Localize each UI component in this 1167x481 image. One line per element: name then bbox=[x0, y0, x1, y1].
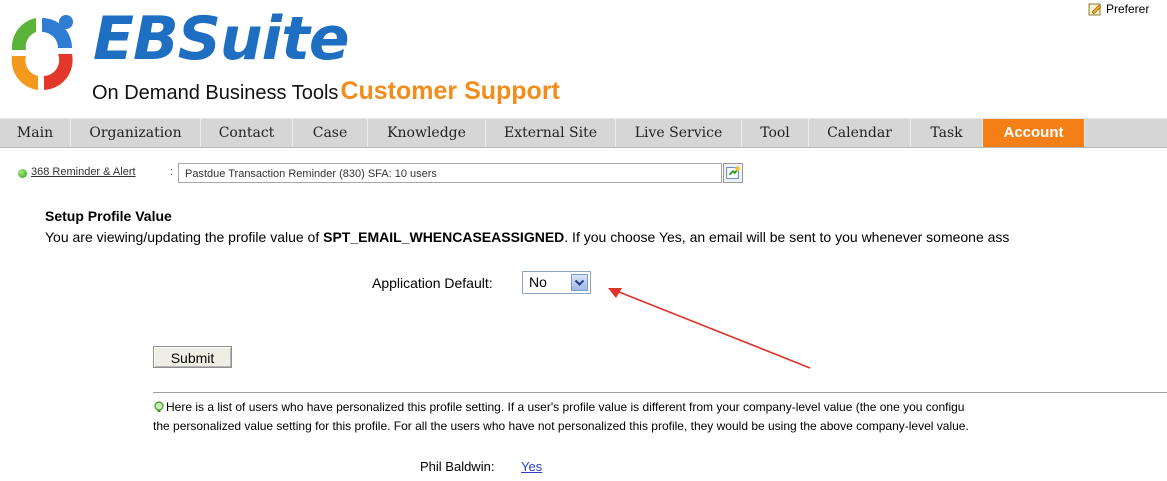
reminder-select[interactable]: Pastdue Transaction Reminder (830) SFA: … bbox=[178, 163, 722, 183]
tab-account[interactable]: Account bbox=[983, 119, 1085, 147]
desc-prefix: You are viewing/updating the profile val… bbox=[45, 229, 324, 245]
tab-knowledge[interactable]: Knowledge bbox=[368, 119, 486, 147]
annotation-arrow-icon bbox=[608, 288, 811, 369]
reminder-go-icon[interactable] bbox=[723, 163, 743, 183]
tab-live-service[interactable]: Live Service bbox=[616, 119, 742, 147]
tab-calendar[interactable]: Calendar bbox=[809, 119, 911, 147]
submit-button[interactable]: Submit bbox=[153, 346, 232, 368]
preferences-label: Preferer bbox=[1106, 2, 1150, 16]
preferences-icon bbox=[1088, 3, 1102, 16]
ebsuite-logo-icon bbox=[11, 15, 73, 90]
tab-tool[interactable]: Tool bbox=[742, 119, 809, 147]
tip-text-line2: the personalized value setting for this … bbox=[153, 419, 969, 433]
tab-task[interactable]: Task bbox=[911, 119, 983, 147]
application-default-select[interactable]: No bbox=[522, 271, 591, 294]
tab-main[interactable]: Main bbox=[0, 119, 71, 147]
profile-name: SPT_EMAIL_WHENCASEASSIGNED bbox=[323, 229, 565, 245]
desc-suffix: . If you choose Yes, an email will be se… bbox=[564, 229, 1010, 245]
reminder-colon: : bbox=[170, 166, 174, 178]
tab-contact[interactable]: Contact bbox=[201, 119, 293, 147]
tab-case[interactable]: Case bbox=[293, 119, 368, 147]
section-title: Setup Profile Value bbox=[45, 208, 172, 224]
tab-organization[interactable]: Organization bbox=[71, 119, 201, 147]
preferences-link[interactable]: Preferer bbox=[1088, 2, 1149, 16]
user-profile-value-link[interactable]: Yes bbox=[521, 459, 542, 474]
application-default-value: No bbox=[529, 274, 547, 290]
lightbulb-icon bbox=[154, 401, 164, 412]
application-default-label: Application Default: bbox=[372, 275, 493, 291]
brand-name: EBSuite bbox=[93, 4, 350, 74]
reminder-alert-link[interactable]: 368 Reminder & Alert bbox=[31, 166, 136, 178]
tab-external-site[interactable]: External Site bbox=[486, 119, 616, 147]
brand-tagline: On Demand Business ToolsCustomer Support bbox=[92, 77, 560, 106]
section-divider bbox=[153, 392, 1167, 393]
tagline-text: On Demand Business Tools bbox=[92, 82, 339, 104]
user-name: Phil Baldwin: bbox=[420, 459, 495, 474]
main-nav: Main Organization Contact Case Knowledge… bbox=[0, 118, 1167, 148]
product-name: Customer Support bbox=[340, 77, 560, 105]
tip-text-line1: Here is a list of users who have persona… bbox=[166, 400, 965, 414]
chevron-down-icon[interactable] bbox=[571, 274, 588, 291]
alert-status-icon bbox=[18, 169, 27, 178]
profile-description: You are viewing/updating the profile val… bbox=[45, 229, 1009, 245]
